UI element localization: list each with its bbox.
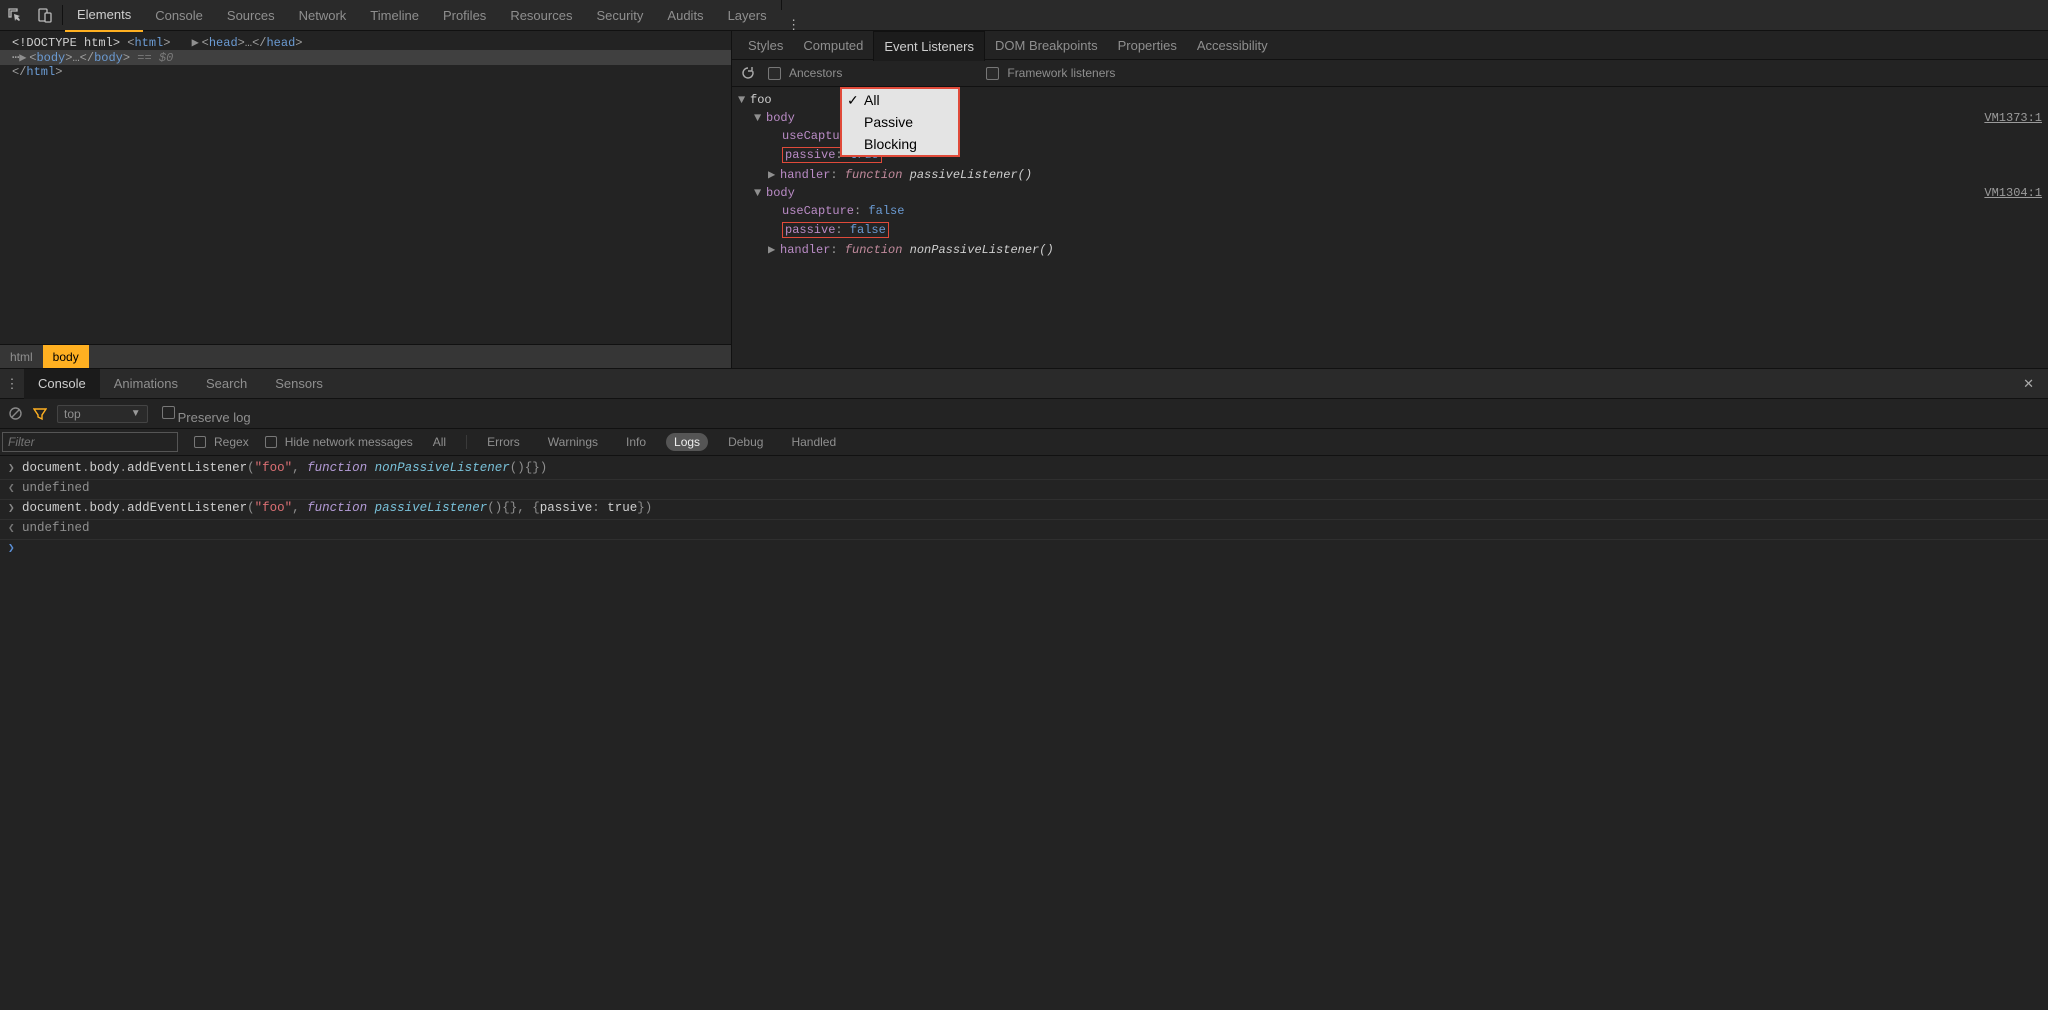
dropdown-opt-all[interactable]: All — [842, 89, 958, 111]
level-warnings[interactable]: Warnings — [540, 433, 606, 451]
drawer-kebab-icon[interactable]: ⋮ — [0, 376, 24, 392]
listener-handler[interactable]: ▶handler: function passiveListener() — [738, 165, 2042, 184]
level-logs[interactable]: Logs — [666, 433, 708, 451]
dom-doctype: <!DOCTYPE html> — [12, 36, 120, 50]
context-select[interactable]: top▼ — [57, 405, 148, 423]
level-errors[interactable]: Errors — [479, 433, 528, 451]
drawer-tab-search[interactable]: Search — [192, 369, 261, 399]
source-link[interactable]: VM1304:1 — [1984, 186, 2042, 200]
main-toolbar: Elements Console Sources Network Timelin… — [0, 0, 2048, 31]
tab-dom-breakpoints[interactable]: DOM Breakpoints — [985, 31, 1108, 60]
breadcrumb: html body — [0, 344, 731, 368]
crumb-html[interactable]: html — [0, 345, 43, 368]
dropdown-opt-blocking[interactable]: Blocking — [842, 133, 958, 155]
tab-computed[interactable]: Computed — [793, 31, 873, 60]
level-debug[interactable]: Debug — [720, 433, 771, 451]
console-output: document.body.addEventListener("foo", fu… — [0, 456, 2048, 563]
event-listeners-panel: All Passive Blocking ▼foo ▼bodyVM1373:1 … — [732, 87, 2048, 368]
dom-tree[interactable]: <!DOCTYPE html> <html> ▶<head>…</head> ⋯… — [0, 31, 731, 344]
clear-console-icon[interactable] — [8, 406, 23, 421]
filter-input[interactable] — [2, 432, 178, 452]
tab-profiles[interactable]: Profiles — [431, 0, 498, 31]
tab-layers[interactable]: Layers — [716, 0, 779, 31]
level-handled[interactable]: Handled — [783, 433, 844, 451]
tab-elements[interactable]: Elements — [65, 0, 143, 32]
source-link[interactable]: VM1373:1 — [1984, 111, 2042, 125]
event-listener-toolbar: Ancestors Framework listeners — [732, 60, 2048, 87]
listener-handler[interactable]: ▶handler: function nonPassiveListener() — [738, 240, 2042, 259]
listener-target[interactable]: ▼bodyVM1304:1 — [738, 184, 2042, 202]
tab-accessibility[interactable]: Accessibility — [1187, 31, 1278, 60]
console-filter-bar: Regex Hide network messages All Errors W… — [0, 429, 2048, 456]
tab-network[interactable]: Network — [287, 0, 359, 31]
drawer-tab-animations[interactable]: Animations — [100, 369, 192, 399]
crumb-body[interactable]: body — [43, 345, 89, 368]
tab-security[interactable]: Security — [584, 0, 655, 31]
tab-styles[interactable]: Styles — [738, 31, 793, 60]
drawer-close-icon[interactable]: ✕ — [2009, 376, 2048, 392]
listener-filter-dropdown[interactable]: All Passive Blocking — [840, 87, 960, 157]
drawer-tab-sensors[interactable]: Sensors — [261, 369, 337, 399]
drawer: ⋮ Console Animations Search Sensors ✕ to… — [0, 368, 2048, 563]
preserve-log-checkbox[interactable]: Preserve log — [158, 403, 251, 425]
level-info[interactable]: Info — [618, 433, 654, 451]
tab-event-listeners[interactable]: Event Listeners — [873, 31, 985, 61]
inspect-icon[interactable] — [0, 0, 30, 31]
tab-audits[interactable]: Audits — [655, 0, 715, 31]
chevron-down-icon: ▼ — [131, 408, 141, 419]
tab-sources[interactable]: Sources — [215, 0, 287, 31]
tab-console[interactable]: Console — [143, 0, 215, 31]
listener-prop: useCapture: false — [738, 202, 2042, 220]
console-prompt[interactable] — [0, 540, 2048, 559]
ancestors-checkbox[interactable]: Ancestors — [764, 64, 842, 83]
listener-prop-passive: passive: false — [738, 220, 2042, 240]
console-toolbar: top▼ Preserve log — [0, 399, 2048, 429]
level-all[interactable]: All — [425, 433, 454, 451]
framework-listeners-checkbox[interactable]: Framework listeners — [982, 64, 1115, 83]
tab-properties[interactable]: Properties — [1108, 31, 1187, 60]
tab-timeline[interactable]: Timeline — [358, 0, 431, 31]
filter-icon[interactable] — [33, 407, 47, 421]
refresh-icon[interactable] — [740, 65, 756, 81]
device-icon[interactable] — [30, 0, 60, 31]
regex-checkbox[interactable]: Regex — [190, 433, 249, 451]
drawer-tabs: ⋮ Console Animations Search Sensors ✕ — [0, 369, 2048, 399]
dropdown-opt-passive[interactable]: Passive — [842, 111, 958, 133]
drawer-tab-console[interactable]: Console — [24, 369, 100, 399]
sidebar-tabs: Styles Computed Event Listeners DOM Brea… — [732, 31, 2048, 60]
tab-resources[interactable]: Resources — [498, 0, 584, 31]
hide-network-checkbox[interactable]: Hide network messages — [261, 433, 413, 451]
